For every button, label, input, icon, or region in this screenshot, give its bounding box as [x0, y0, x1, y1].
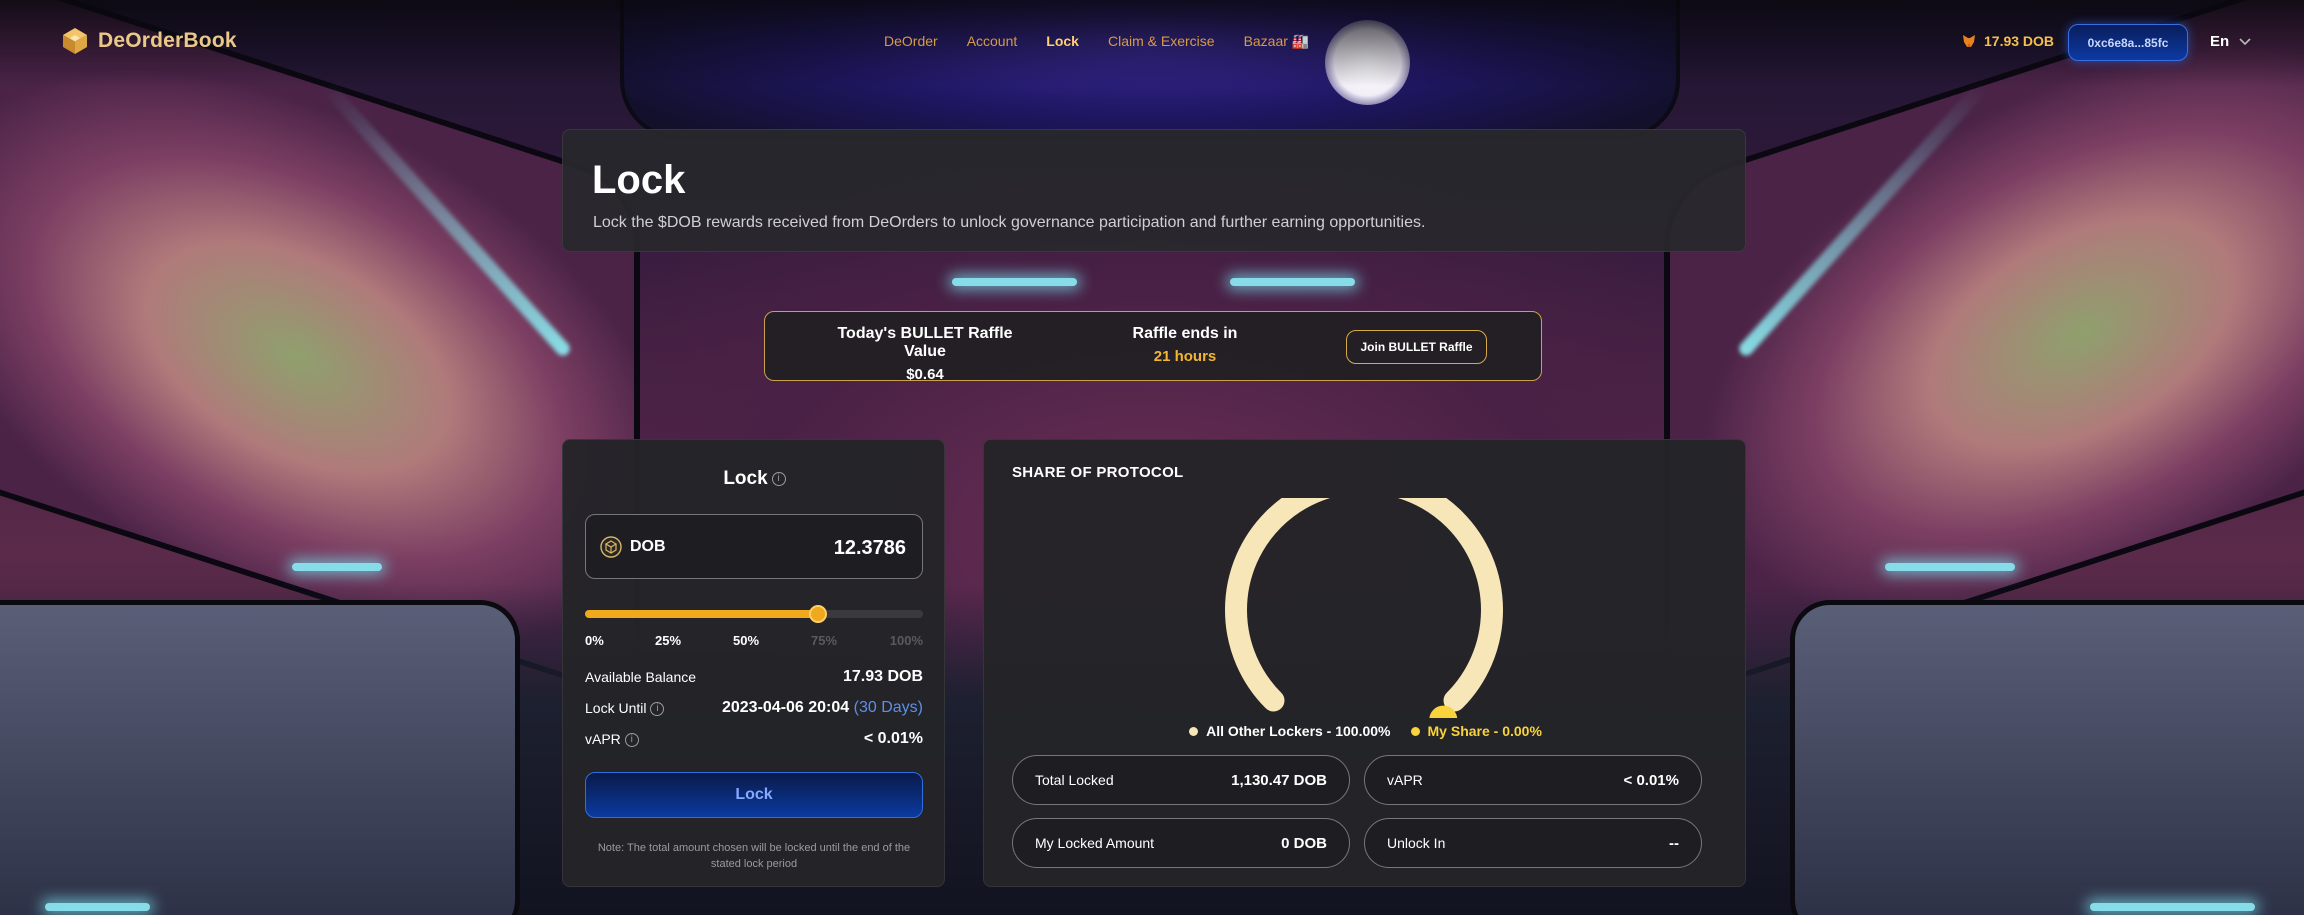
- wallet-fox-icon: [1963, 35, 1975, 47]
- floor-lamp-right: [2090, 903, 2255, 911]
- logo-cube-icon: [63, 28, 87, 54]
- nav-lock[interactable]: Lock: [1046, 33, 1079, 50]
- tick-25[interactable]: 25%: [655, 633, 681, 648]
- raffle-banner: Today's BULLET Raffle Value $0.64 Raffle…: [764, 311, 1542, 383]
- lock-title-text: Lock: [723, 468, 768, 489]
- share-vapr-label: vAPR: [1387, 772, 1423, 788]
- my-locked-stat: My Locked Amount 0 DOB: [1012, 818, 1350, 868]
- lock-until-days: (30 Days): [853, 699, 923, 716]
- lock-until-row: Lock Until i 2023-04-06 20:04 (30 Days): [585, 699, 923, 717]
- chevron-down-icon: [2239, 37, 2251, 45]
- total-locked-stat: Total Locked 1,130.47 DOB: [1012, 755, 1350, 805]
- vapr-row: vAPR i < 0.01%: [585, 730, 923, 748]
- center-lamp-right: [1230, 278, 1355, 286]
- legend-dot: [1410, 726, 1420, 736]
- nav-bazaar[interactable]: Bazaar 🏭: [1244, 33, 1310, 50]
- info-icon[interactable]: i: [624, 733, 639, 748]
- lock-until-date: 2023-04-06 20:04: [721, 699, 850, 716]
- raffle-ends-value: 21 hours: [1153, 348, 1217, 365]
- lock-panel: Locki DOB 0% 25% 50% 75% 100% Available …: [562, 439, 945, 887]
- raffle-value: $0.64: [906, 366, 944, 383]
- vapr-label: vAPR: [585, 730, 621, 747]
- page-header-card: Lock Lock the $DOB rewards received from…: [562, 129, 1746, 252]
- tick-0[interactable]: 0%: [585, 633, 604, 648]
- info-icon[interactable]: i: [650, 702, 665, 717]
- main-nav: DeOrder Account Lock Claim & Exercise Ba…: [884, 33, 1309, 50]
- tick-100[interactable]: 100%: [890, 633, 923, 648]
- gauge-other-lockers-arc: [1225, 498, 1503, 712]
- share-gauge: [1225, 498, 1503, 718]
- raffle-value-block: Today's BULLET Raffle Value $0.64: [820, 325, 1030, 383]
- info-icon[interactable]: i: [771, 471, 786, 486]
- lock-until-label-wrap: Lock Until i: [585, 699, 665, 717]
- lock-note: Note: The total amount chosen will be lo…: [597, 842, 911, 870]
- raffle-ends-label: Raffle ends in: [1132, 325, 1238, 342]
- nav-account[interactable]: Account: [967, 33, 1018, 50]
- page-subtitle: Lock the $DOB rewards received from DeOr…: [593, 214, 1426, 231]
- vapr-stat: vAPR < 0.01%: [1364, 755, 1702, 805]
- total-locked-value: 1,130.47 DOB: [1231, 771, 1327, 789]
- slider-fill: [585, 610, 819, 618]
- amount-input-box: DOB: [585, 514, 923, 579]
- legend-my-share: My Share - 0.00%: [1410, 723, 1542, 739]
- dob-balance: 17.93 DOB: [1961, 33, 2054, 49]
- join-raffle-button[interactable]: Join BULLET Raffle: [1346, 330, 1487, 364]
- nav-deorder[interactable]: DeOrder: [884, 33, 938, 50]
- slider-handle[interactable]: [809, 605, 828, 623]
- my-locked-value: 0 DOB: [1281, 834, 1327, 852]
- logo[interactable]: DeOrderBook: [60, 26, 237, 56]
- token-name: DOB: [630, 538, 666, 555]
- share-vapr-value: < 0.01%: [1623, 771, 1679, 789]
- page-title: Lock: [592, 158, 686, 202]
- legend-label: All Other Lockers - 100.00%: [1206, 723, 1391, 739]
- language-selector[interactable]: En: [2210, 33, 2251, 50]
- top-nav-bar: DeOrderBook DeOrder Account Lock Claim &…: [0, 0, 2304, 86]
- floor-lamp-left: [45, 903, 150, 911]
- slider-ticks: 0% 25% 50% 75% 100%: [585, 633, 923, 649]
- right-wall-lamp: [1885, 563, 2015, 571]
- total-locked-label: Total Locked: [1035, 772, 1114, 788]
- wallet-address-button[interactable]: 0xc6e8a...85fc: [2068, 24, 2188, 61]
- share-panel-title: SHARE OF PROTOCOL: [1012, 464, 1184, 481]
- lock-until-label: Lock Until: [585, 699, 647, 716]
- left-floor-panel: [0, 600, 520, 915]
- unlock-in-stat: Unlock In --: [1364, 818, 1702, 868]
- right-floor-panel: [1790, 600, 2304, 915]
- tick-75[interactable]: 75%: [811, 633, 837, 648]
- lock-button[interactable]: Lock: [585, 772, 923, 818]
- gauge-legend: All Other Lockers - 100.00% My Share - 0…: [984, 723, 1747, 739]
- vapr-value: < 0.01%: [863, 730, 923, 747]
- nav-claim-exercise[interactable]: Claim & Exercise: [1108, 33, 1215, 50]
- amount-input[interactable]: [746, 533, 906, 563]
- language-label: En: [2210, 33, 2230, 50]
- legend-other-lockers: All Other Lockers - 100.00%: [1189, 723, 1391, 739]
- unlock-in-value: --: [1669, 834, 1679, 852]
- amount-slider[interactable]: [585, 605, 923, 623]
- available-value: 17.93 DOB: [842, 668, 923, 685]
- left-wall-lamp: [292, 563, 382, 571]
- unlock-in-label: Unlock In: [1387, 835, 1446, 851]
- logo-text: DeOrderBook: [98, 29, 237, 52]
- raffle-value-label: Today's BULLET Raffle Value: [837, 325, 1013, 360]
- my-locked-label: My Locked Amount: [1035, 835, 1155, 851]
- available-label: Available Balance: [585, 669, 697, 685]
- center-lamp-left: [952, 278, 1077, 286]
- tick-50[interactable]: 50%: [733, 633, 759, 648]
- legend-dot: [1189, 726, 1199, 736]
- share-of-protocol-panel: SHARE OF PROTOCOL All Other Lockers - 10…: [983, 439, 1746, 887]
- lock-panel-title: Lock i: [563, 468, 946, 490]
- vapr-label-wrap: vAPR i: [585, 730, 639, 748]
- dob-token-icon: [600, 536, 622, 558]
- legend-label: My Share - 0.00%: [1427, 723, 1542, 739]
- available-balance-row: Available Balance 17.93 DOB: [585, 668, 923, 686]
- balance-text: 17.93 DOB: [1984, 33, 2055, 49]
- raffle-ends-block: Raffle ends in 21 hours: [1105, 325, 1265, 365]
- lock-until-value: 2023-04-06 20:04 (30 Days): [722, 699, 923, 717]
